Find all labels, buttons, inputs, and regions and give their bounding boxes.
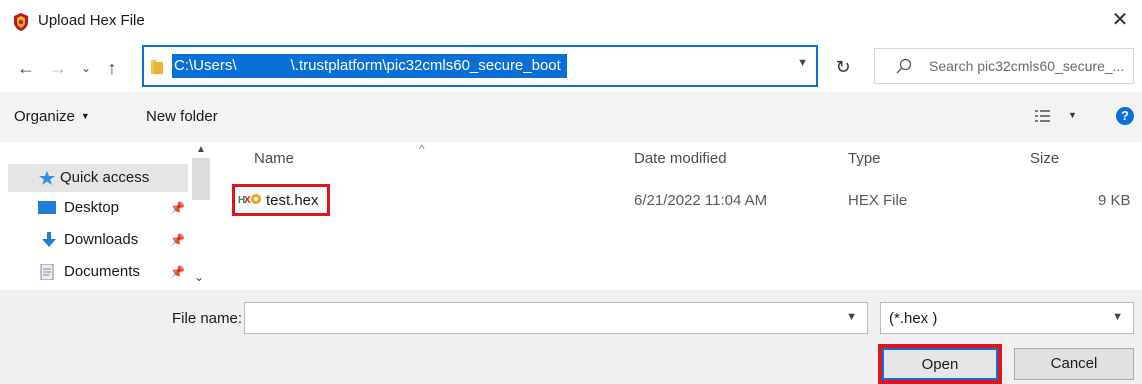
address-bar[interactable]: C:\Users\ \.trustplatform\pic32cmls60_se… (142, 45, 818, 87)
address-row: ← → ⌄ ↑ C:\Users\ \.trustplatform\pic32c… (0, 44, 1142, 92)
file-size: 9 KB (1098, 192, 1131, 209)
column-header-date[interactable]: Date modified (634, 150, 727, 167)
file-type: HEX File (848, 192, 908, 209)
help-icon[interactable]: ? (1116, 107, 1134, 125)
caret-down-icon: ▼ (80, 111, 90, 121)
search-icon (896, 58, 912, 74)
column-header-type[interactable]: Type (848, 150, 881, 167)
file-type-select[interactable]: (*.hex ) ▼ (880, 302, 1134, 334)
column-header-label: Name (254, 150, 295, 167)
shield-app-icon (14, 13, 28, 31)
column-header-name[interactable]: Name (254, 150, 294, 167)
file-date: 6/21/2022 11:04 AM (634, 192, 768, 209)
open-button[interactable]: Open (882, 348, 998, 380)
nav-scrollbar-thumb[interactable] (192, 158, 210, 200)
sidebar-item-quick-access[interactable]: Quick access (8, 164, 188, 192)
desktop-icon (38, 201, 56, 214)
pin-icon: 📌 (170, 233, 185, 247)
up-button[interactable]: ↑ (102, 58, 122, 78)
scroll-down-icon[interactable]: ⌄ (194, 270, 204, 284)
file-type-value: (*.hex ) (889, 310, 938, 327)
document-icon (40, 264, 54, 280)
address-path[interactable]: C:\Users\ \.trustplatform\pic32cmls60_se… (172, 54, 567, 78)
chevron-down-icon[interactable]: ▼ (1112, 311, 1123, 323)
sidebar-item-label: Documents (64, 263, 140, 280)
command-toolbar: Organize ▼ New folder ▼ ? (0, 92, 1142, 142)
scroll-up-icon[interactable]: ▲ (196, 144, 206, 155)
table-row[interactable]: H X test.hex 6/21/2022 11:04 AM HEX File… (230, 184, 1132, 216)
sidebar-item-label: Quick access (60, 169, 150, 186)
svg-text:X: X (244, 195, 251, 206)
refresh-button[interactable]: ↻ (826, 54, 860, 80)
organize-label: Organize (14, 108, 75, 125)
new-folder-button[interactable]: New folder (146, 108, 218, 125)
recent-locations-button[interactable]: ⌄ (76, 58, 96, 78)
folder-icon (151, 60, 163, 74)
sidebar-item-documents[interactable]: Documents 📌 (8, 258, 188, 286)
file-list: Name ^ Date modified Type Size H X test.… (212, 142, 1142, 290)
pin-icon: 📌 (170, 201, 185, 215)
close-icon[interactable]: ✕ (1108, 8, 1132, 32)
file-name-input[interactable]: ▼ (244, 302, 868, 334)
cancel-button[interactable]: Cancel (1014, 348, 1134, 380)
view-dropdown-icon[interactable]: ▼ (1068, 110, 1077, 120)
sidebar-item-desktop[interactable]: Desktop 📌 (8, 194, 188, 222)
hex-file-icon: H X (238, 194, 261, 206)
download-arrow-icon (42, 232, 56, 247)
navigation-pane: ▲ ⌄ Quick access Desktop 📌 Downloads 📌 D… (0, 142, 212, 290)
sidebar-item-downloads[interactable]: Downloads 📌 (8, 226, 188, 254)
search-input[interactable]: Search pic32cmls60_secure_... (874, 48, 1134, 84)
file-name: test.hex (266, 192, 319, 209)
search-placeholder: Search pic32cmls60_secure_... (929, 58, 1125, 74)
view-options-icon[interactable] (1034, 108, 1052, 124)
organize-button[interactable]: Organize ▼ (14, 108, 90, 125)
chevron-down-icon[interactable]: ▼ (846, 311, 857, 323)
sort-ascending-icon: ^ (419, 142, 425, 156)
pin-icon: 📌 (170, 265, 185, 279)
title-bar: Upload Hex File ✕ (0, 0, 1142, 44)
sidebar-item-label: Downloads (64, 231, 139, 248)
chevron-down-icon[interactable]: ▼ (797, 57, 808, 69)
forward-button[interactable]: → (48, 58, 68, 78)
dialog-footer: File name: ▼ (*.hex ) ▼ Open Cancel (0, 290, 1142, 384)
column-header-size[interactable]: Size (1030, 150, 1059, 167)
sidebar-item-label: Desktop (64, 199, 120, 216)
open-button-highlight: Open (878, 344, 1002, 384)
window-title: Upload Hex File (38, 12, 145, 29)
file-name-label: File name: (172, 310, 243, 327)
star-icon (39, 171, 55, 185)
back-button[interactable]: ← (16, 58, 36, 78)
